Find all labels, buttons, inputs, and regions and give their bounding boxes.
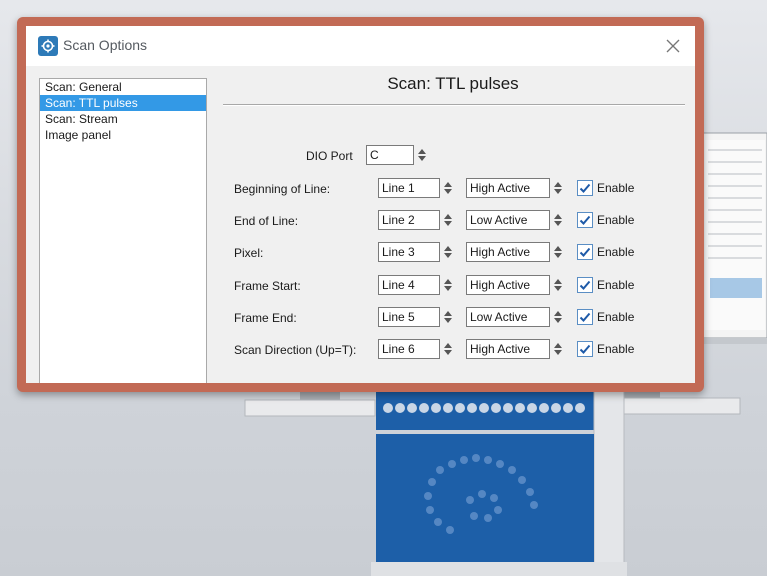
enable-checkbox-pixel[interactable] bbox=[577, 244, 593, 260]
polarity-spinner-icon[interactable] bbox=[553, 275, 563, 295]
enable-label: Enable bbox=[597, 213, 635, 227]
title-divider bbox=[223, 104, 685, 106]
enable-checkbox-scan-direction-up-t[interactable] bbox=[577, 341, 593, 357]
polarity-spinner-icon[interactable] bbox=[553, 339, 563, 359]
sidebar-item-scan-general[interactable]: Scan: General bbox=[40, 79, 206, 95]
polarity-spinner-icon[interactable] bbox=[553, 178, 563, 198]
monitor-image bbox=[699, 132, 767, 344]
sidebar-item-image-panel[interactable]: Image panel bbox=[40, 127, 206, 143]
sidebar-item-scan-stream[interactable]: Scan: Stream bbox=[40, 111, 206, 127]
line-select-beginning-of-line[interactable]: Line 1 bbox=[378, 178, 440, 198]
line-spinner-icon[interactable] bbox=[443, 339, 453, 359]
line-select-end-of-line[interactable]: Line 2 bbox=[378, 210, 440, 230]
line-select-frame-end[interactable]: Line 5 bbox=[378, 307, 440, 327]
line-spinner-icon[interactable] bbox=[443, 242, 453, 262]
polarity-select-pixel[interactable]: High Active bbox=[466, 242, 550, 262]
dio-port-spinner-icon[interactable] bbox=[417, 145, 427, 165]
polarity-select-frame-start[interactable]: High Active bbox=[466, 275, 550, 295]
gear-app-icon bbox=[38, 36, 58, 56]
polarity-spinner-icon[interactable] bbox=[553, 210, 563, 230]
enable-label: Enable bbox=[597, 278, 635, 292]
page-title: Scan: TTL pulses bbox=[387, 74, 519, 93]
category-list[interactable]: Scan: General Scan: TTL pulses Scan: Str… bbox=[39, 78, 207, 383]
checkmark-icon bbox=[579, 183, 591, 193]
close-button[interactable] bbox=[659, 32, 687, 60]
polarity-spinner-icon[interactable] bbox=[553, 242, 563, 262]
dio-port-field[interactable]: C bbox=[366, 145, 414, 165]
line-spinner-icon[interactable] bbox=[443, 275, 453, 295]
checkmark-icon bbox=[579, 280, 591, 290]
enable-label: Enable bbox=[597, 342, 635, 356]
enable-label: Enable bbox=[597, 181, 635, 195]
line-spinner-icon[interactable] bbox=[443, 210, 453, 230]
line-spinner-icon[interactable] bbox=[443, 307, 453, 327]
window-title: Scan Options bbox=[63, 37, 148, 53]
title-bar: Scan Options bbox=[26, 26, 695, 66]
line-select-pixel[interactable]: Line 3 bbox=[378, 242, 440, 262]
enable-checkbox-frame-end[interactable] bbox=[577, 309, 593, 325]
dialog-highlight-frame: Scan Options Scan: General Scan: TTL pul… bbox=[17, 17, 704, 392]
close-icon bbox=[666, 39, 680, 53]
line-spinner-icon[interactable] bbox=[443, 178, 453, 198]
row-label-frame-end: Frame End: bbox=[234, 311, 297, 325]
polarity-select-scan-direction-up-t[interactable]: High Active bbox=[466, 339, 550, 359]
enable-checkbox-end-of-line[interactable] bbox=[577, 212, 593, 228]
checkmark-icon bbox=[579, 344, 591, 354]
enable-label: Enable bbox=[597, 245, 635, 259]
checkmark-icon bbox=[579, 312, 591, 322]
instrument-main-unit bbox=[371, 430, 627, 576]
enable-label: Enable bbox=[597, 310, 635, 324]
scan-options-window: Scan Options Scan: General Scan: TTL pul… bbox=[26, 26, 695, 383]
row-label-beginning-of-line: Beginning of Line: bbox=[234, 182, 331, 196]
enable-checkbox-frame-start[interactable] bbox=[577, 277, 593, 293]
row-label-end-of-line: End of Line: bbox=[234, 214, 299, 228]
line-select-scan-direction-up-t[interactable]: Line 6 bbox=[378, 339, 440, 359]
dio-port-label: DIO Port bbox=[306, 149, 353, 163]
polarity-select-frame-end[interactable]: Low Active bbox=[466, 307, 550, 327]
row-label-frame-start: Frame Start: bbox=[234, 279, 301, 293]
row-label-pixel: Pixel: bbox=[234, 246, 264, 260]
checkmark-icon bbox=[579, 215, 591, 225]
polarity-select-end-of-line[interactable]: Low Active bbox=[466, 210, 550, 230]
polarity-spinner-icon[interactable] bbox=[553, 307, 563, 327]
line-select-frame-start[interactable]: Line 4 bbox=[378, 275, 440, 295]
enable-checkbox-beginning-of-line[interactable] bbox=[577, 180, 593, 196]
checkmark-icon bbox=[579, 247, 591, 257]
polarity-select-beginning-of-line[interactable]: High Active bbox=[466, 178, 550, 198]
sidebar-item-scan-ttl-pulses[interactable]: Scan: TTL pulses bbox=[40, 95, 206, 111]
row-label-scan-direction-up-t: Scan Direction (Up=T): bbox=[234, 343, 357, 357]
